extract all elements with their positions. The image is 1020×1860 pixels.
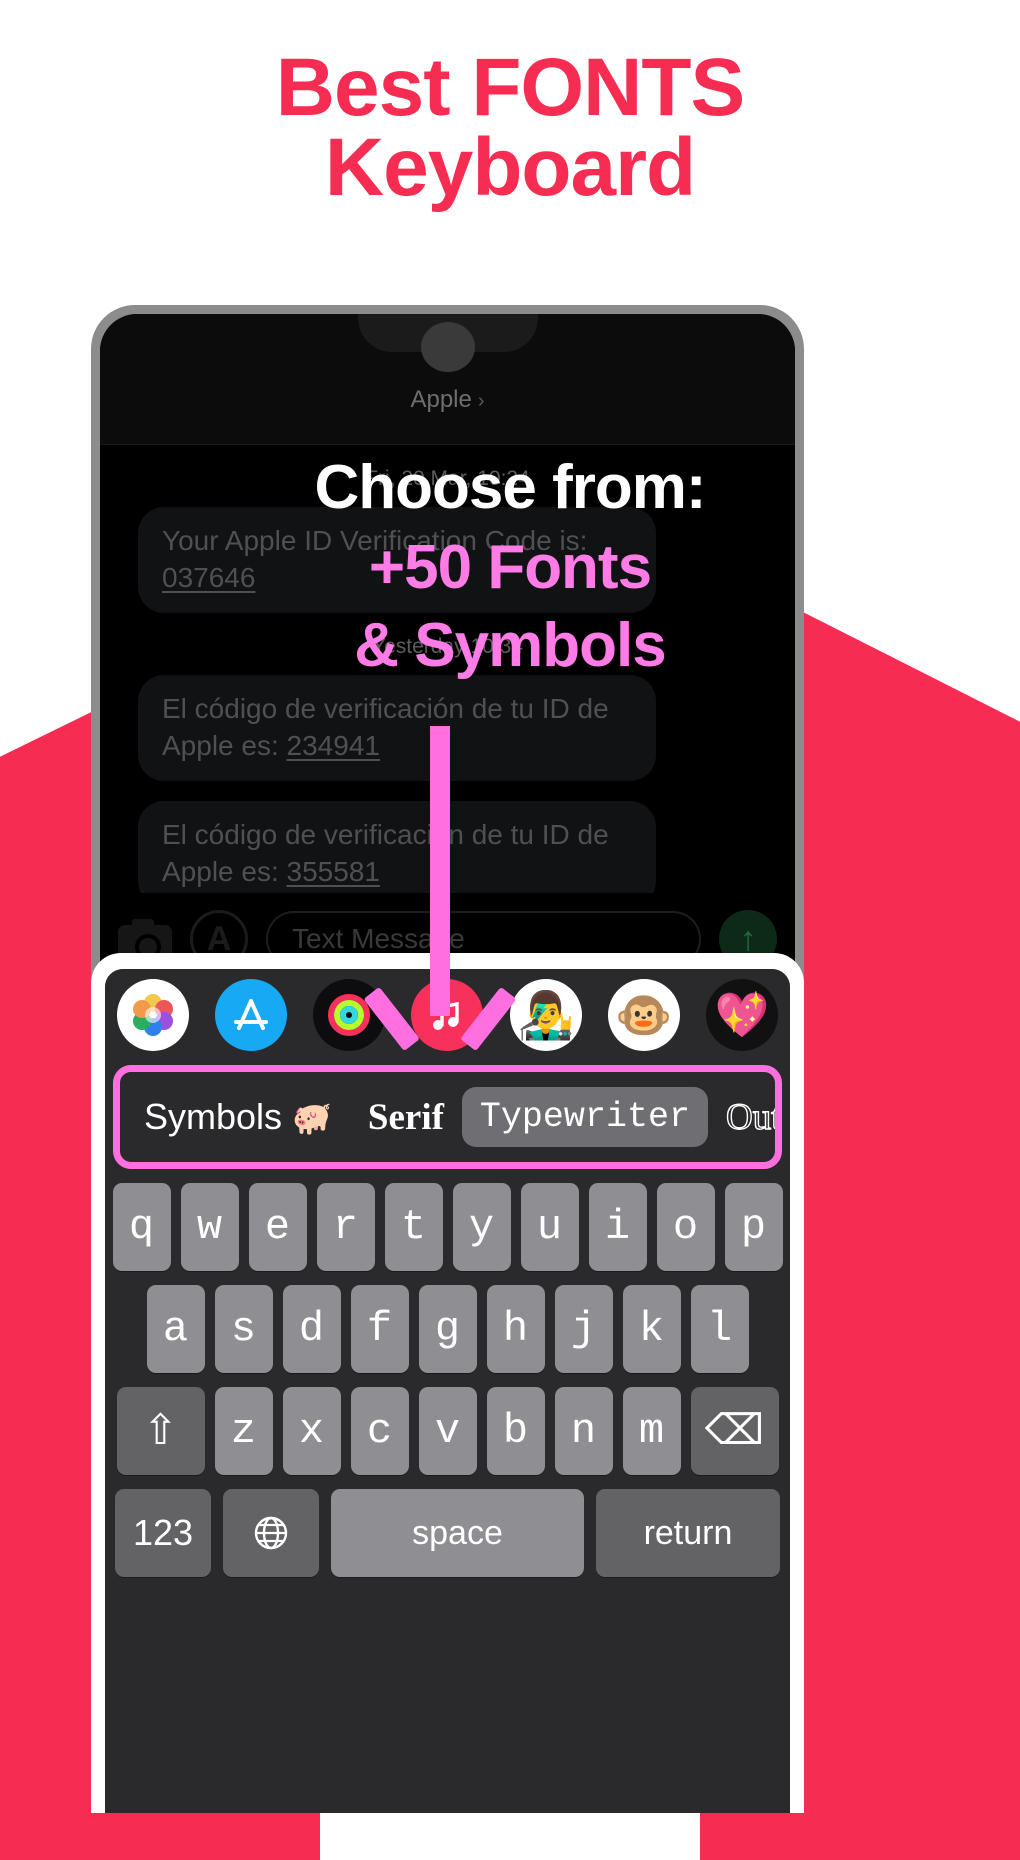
key-s[interactable]: s: [214, 1285, 273, 1373]
key-p[interactable]: p: [724, 1183, 783, 1271]
key-g[interactable]: g: [418, 1285, 477, 1373]
key-k[interactable]: k: [622, 1285, 681, 1373]
key-j[interactable]: j: [554, 1285, 613, 1373]
key-o[interactable]: o: [656, 1183, 715, 1271]
verification-code: 234941: [286, 729, 380, 761]
headline-line-1: Best FONTS: [275, 42, 745, 133]
key-a[interactable]: a: [146, 1285, 205, 1373]
photos-app-icon[interactable]: [117, 979, 189, 1051]
key-l[interactable]: l: [690, 1285, 749, 1373]
message-bubble[interactable]: El código de verificación de tu ID de Ap…: [138, 674, 656, 781]
messages-header: Apple ›: [100, 314, 795, 445]
timestamp: Yesterday 10:34: [371, 634, 523, 658]
key-b[interactable]: b: [486, 1387, 545, 1475]
keyboard-row-3: ⇧ z x c v b n m ⌫: [111, 1387, 784, 1475]
heart-sticker-icon[interactable]: 💖: [705, 979, 778, 1051]
font-option-label: Symbols: [144, 1096, 283, 1137]
headline-line-2: Keyboard: [324, 122, 696, 214]
keyboard-row-2: a s d f g h j k l: [111, 1285, 784, 1373]
pink-arrow-shaft: [430, 726, 450, 1016]
key-n[interactable]: n: [554, 1387, 613, 1475]
key-z[interactable]: z: [214, 1387, 273, 1475]
message-bubble[interactable]: Your Apple ID Verification Code is: 0376…: [138, 507, 656, 613]
keyboard-row-1: q w e r t y u i o p: [111, 1183, 784, 1271]
key-x[interactable]: x: [282, 1387, 341, 1475]
globe-icon[interactable]: [223, 1489, 319, 1577]
key-v[interactable]: v: [418, 1387, 477, 1475]
key-m[interactable]: m: [622, 1387, 681, 1475]
verification-code: 355581: [286, 855, 380, 887]
keyboard-panel: 👨‍🎤 🐵 💖 Symbols🐖 Serif Typewriter Outlin…: [91, 953, 804, 1813]
key-e[interactable]: e: [248, 1183, 307, 1271]
app-store-icon[interactable]: [215, 979, 288, 1051]
key-d[interactable]: d: [282, 1285, 341, 1373]
message-text: El código de verificación de tu ID de Ap…: [162, 692, 609, 761]
chevron-right-icon: ›: [477, 390, 485, 412]
message-text: Your Apple ID Verification Code is:: [162, 525, 588, 556]
keyboard-keys: q w e r t y u i o p a s d f g h j k l ⇧ …: [105, 1175, 790, 1577]
verification-code: 037646: [162, 561, 256, 593]
shift-key[interactable]: ⇧: [116, 1387, 205, 1475]
memoji-icon[interactable]: 👨‍🎤: [509, 979, 582, 1051]
font-option-typewriter[interactable]: Typewriter: [461, 1087, 708, 1147]
phone-mockup: Apple › Fri, 20 Mar, 10:24 Your Apple ID …: [91, 305, 804, 1813]
key-y[interactable]: y: [452, 1183, 511, 1271]
key-u[interactable]: u: [520, 1183, 579, 1271]
timestamp: Fri, 20 Mar, 10:24: [365, 467, 530, 490]
contact-name: Apple: [410, 386, 472, 413]
pink-arrow-head: [396, 985, 484, 1045]
key-f[interactable]: f: [350, 1285, 409, 1373]
keyboard-row-4: 123 space return: [111, 1489, 784, 1577]
key-t[interactable]: t: [384, 1183, 443, 1271]
font-option-symbols[interactable]: Symbols 🐖: [126, 1086, 350, 1148]
key-r[interactable]: r: [316, 1183, 375, 1271]
key-h[interactable]: h: [486, 1285, 545, 1373]
backspace-key[interactable]: ⌫: [690, 1387, 779, 1475]
key-i[interactable]: i: [588, 1183, 647, 1271]
key-c[interactable]: c: [350, 1387, 409, 1475]
message-bubble[interactable]: El código de verificación de tu ID de Ap…: [138, 800, 656, 907]
numbers-key[interactable]: 123: [115, 1489, 211, 1577]
font-selector-bar[interactable]: Symbols🐖 Serif Typewriter Outline: [113, 1065, 782, 1169]
message-text: El código de verificación de tu ID de Ap…: [162, 818, 609, 887]
font-option-serif[interactable]: Serif: [350, 1086, 462, 1149]
page-title: Best FONTS Keyboard: [0, 42, 1020, 214]
return-key[interactable]: return: [596, 1489, 780, 1577]
key-w[interactable]: w: [180, 1183, 239, 1271]
font-option-outline[interactable]: Outline: [708, 1086, 775, 1149]
keyboard-inner: 👨‍🎤 🐵 💖 Symbols🐖 Serif Typewriter Outlin…: [105, 969, 790, 1813]
pig-glyph-icon: 🐖: [292, 1100, 332, 1136]
monkey-sticker-icon[interactable]: 🐵: [607, 979, 680, 1051]
space-key[interactable]: space: [331, 1489, 584, 1577]
key-q[interactable]: q: [112, 1183, 171, 1271]
contact-name-row[interactable]: Apple ›: [100, 386, 795, 414]
avatar: [420, 322, 475, 372]
